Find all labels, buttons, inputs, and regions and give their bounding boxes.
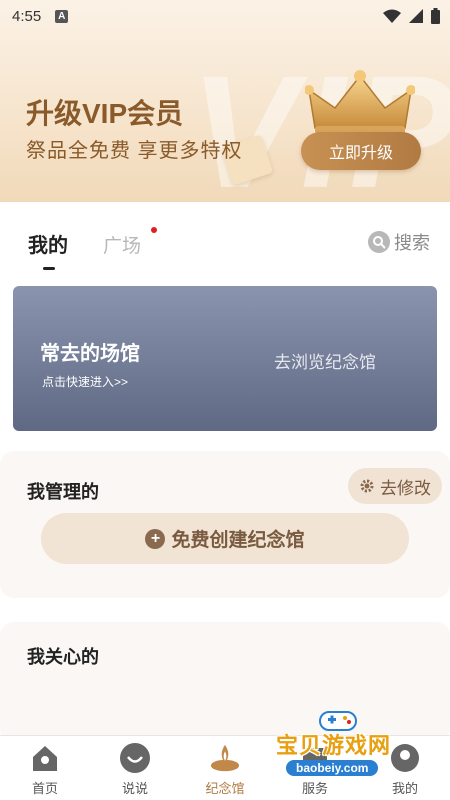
nav-home-label: 首页 bbox=[31, 781, 58, 796]
vip-subtitle: 祭品全免费 享更多特权 bbox=[26, 140, 243, 162]
signal-icon bbox=[409, 9, 423, 23]
memorial-icon bbox=[209, 742, 241, 774]
tab-bar: 我的 广场 搜索 bbox=[0, 222, 450, 282]
nav-memorial[interactable]: 纪念馆 bbox=[180, 736, 270, 800]
plus-icon: + bbox=[145, 528, 166, 549]
nav-chat[interactable]: 说说 bbox=[90, 736, 180, 800]
venue-title: 常去的场馆 bbox=[40, 343, 140, 365]
search-label: 搜索 bbox=[394, 233, 430, 253]
status-time: 4:55 bbox=[12, 7, 42, 25]
nav-memorial-label: 纪念馆 bbox=[205, 781, 245, 796]
wifi-icon bbox=[383, 9, 401, 23]
search-button[interactable]: 搜索 bbox=[368, 229, 430, 255]
notification-dot bbox=[151, 227, 157, 233]
edit-label: 去修改 bbox=[380, 478, 431, 498]
crown-icon bbox=[305, 70, 415, 134]
notification-a-icon: A bbox=[55, 9, 69, 23]
search-icon bbox=[368, 231, 390, 253]
gear-icon bbox=[360, 479, 374, 493]
home-icon bbox=[29, 742, 61, 774]
watermark-url: baobeiy.com bbox=[286, 760, 379, 776]
frequent-venues-card[interactable]: 常去的场馆 点击快速进入>> 去浏览纪念馆 bbox=[13, 286, 437, 431]
site-watermark: 宝贝游戏网 baobeiy.com bbox=[272, 708, 432, 788]
status-bar: 4:55 A bbox=[0, 0, 450, 32]
managed-section: 我管理的 去修改 + 免费创建纪念馆 bbox=[0, 451, 450, 598]
tab-mine-underline bbox=[43, 267, 55, 270]
watermark-text: 宝贝游戏网 bbox=[276, 733, 392, 758]
managed-title: 我管理的 bbox=[27, 482, 99, 502]
followed-title: 我关心的 bbox=[27, 647, 99, 667]
vip-title: 升级VIP会员 bbox=[26, 98, 184, 129]
chat-icon bbox=[119, 742, 151, 774]
nav-home[interactable]: 首页 bbox=[0, 736, 90, 800]
edit-button[interactable]: 去修改 bbox=[348, 468, 442, 504]
tab-mine[interactable]: 我的 bbox=[28, 229, 68, 258]
nav-chat-label: 说说 bbox=[121, 781, 148, 796]
upgrade-button[interactable]: 立即升级 bbox=[301, 132, 421, 170]
create-label: 免费创建纪念馆 bbox=[171, 530, 305, 551]
venue-subtitle[interactable]: 点击快速进入>> bbox=[42, 373, 128, 390]
battery-icon bbox=[431, 8, 440, 24]
create-memorial-button[interactable]: + 免费创建纪念馆 bbox=[41, 513, 409, 564]
browse-memorials-link[interactable]: 去浏览纪念馆 bbox=[274, 348, 376, 373]
tab-square[interactable]: 广场 bbox=[103, 231, 141, 258]
